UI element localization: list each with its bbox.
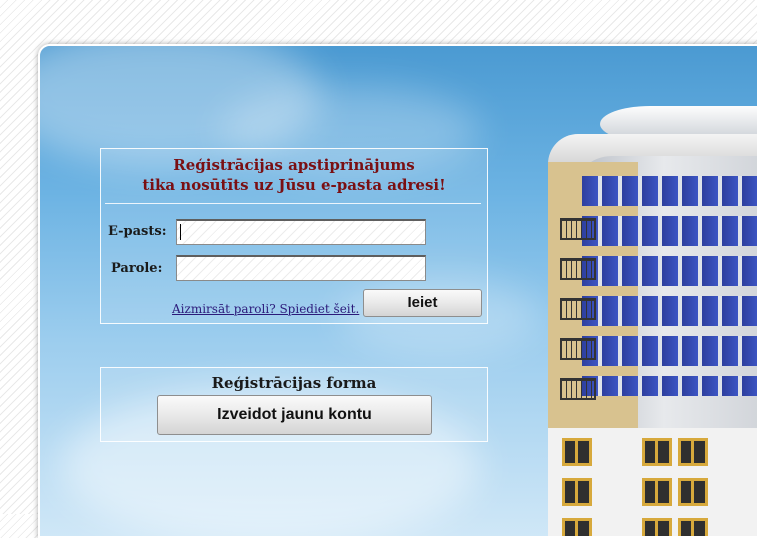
confirm-line-2: tika nosūtīts uz Jūsu e-pasta adresi! [142,176,446,194]
registration-panel: Reģistrācijas forma Izveidot jaunu kontu [100,367,488,442]
password-label: Parole: [111,261,163,276]
building-illustration [510,106,757,536]
window [642,478,672,506]
window [642,518,672,536]
window [678,518,708,536]
login-panel: Reģistrācijas apstiprinājums tika nosūtī… [100,148,488,324]
window [562,438,592,466]
registration-title: Reģistrācijas forma [211,374,377,392]
forgot-password-link[interactable]: Aizmirsāt paroli? Spiediet šeit. [172,302,359,316]
balcony [560,218,596,240]
email-field[interactable] [176,219,426,245]
email-label: E-pasts: [108,224,167,239]
password-field[interactable] [176,255,426,281]
login-button[interactable]: Ieiet [363,289,482,317]
balcony [560,298,596,320]
window [678,438,708,466]
balcony [560,258,596,280]
divider [105,203,481,204]
window [642,438,672,466]
window [678,478,708,506]
building-windows [582,176,757,396]
text-caret [180,224,181,240]
create-account-button[interactable]: Izveidot jaunu kontu [157,395,432,435]
balcony [560,378,596,400]
confirm-line-1: Reģistrācijas apstiprinājums [173,156,415,174]
balcony [560,338,596,360]
window [562,478,592,506]
registration-confirmation-message: Reģistrācijas apstiprinājums tika nosūtī… [101,155,487,195]
window [562,518,592,536]
